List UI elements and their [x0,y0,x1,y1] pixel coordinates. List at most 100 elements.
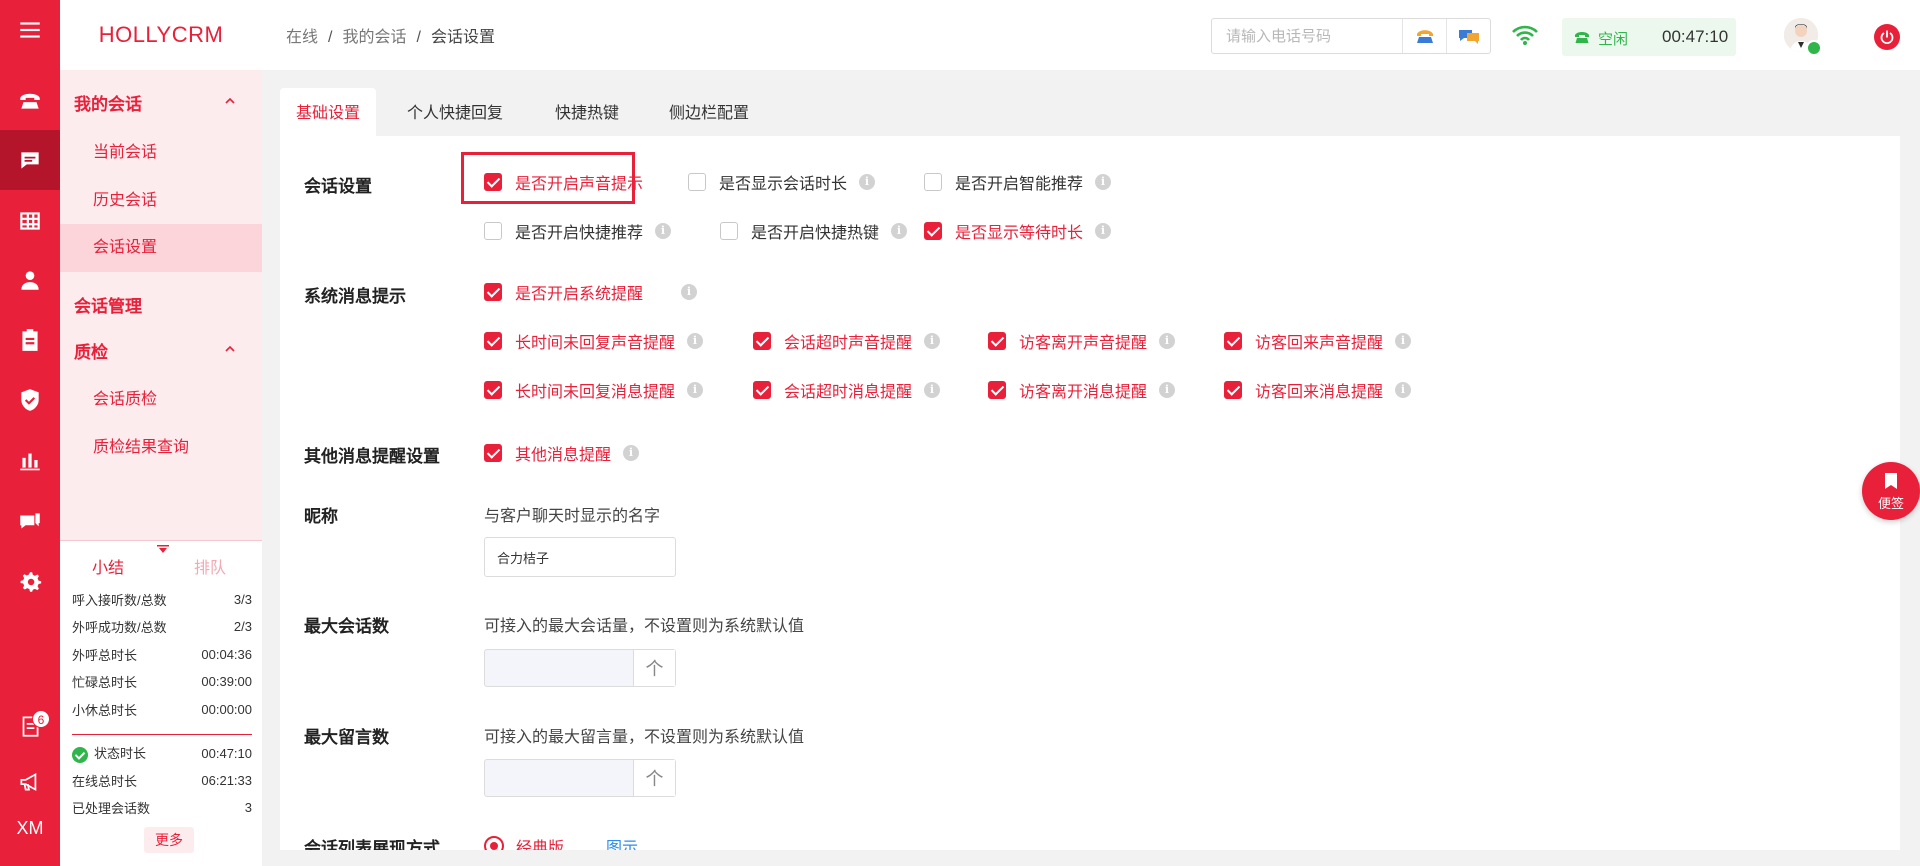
summary-row: 在线总时长 06:21:33 [72,772,252,789]
chevron-up-icon[interactable] [224,342,236,354]
info-icon[interactable]: i [1159,333,1176,349]
wifi-signal-icon [1512,25,1538,45]
info-icon[interactable]: i [655,223,672,239]
tab-sidebar-config[interactable]: 侧边栏配置 [653,88,765,136]
checkbox-show-duration[interactable]: 是否显示会话时长 i [688,170,876,194]
checkbox-visitor-leave-sound[interactable]: 访客离开声音提醒 i [988,329,1176,353]
checkbox-quick-hotkey[interactable]: 是否开启快捷热键 i [720,219,908,243]
chat-icon[interactable] [0,130,60,190]
diagram-link[interactable]: 图示 [606,834,638,850]
dial-phone-icon[interactable] [1402,19,1446,53]
checkbox-timeout-msg[interactable]: 会话超时消息提醒 i [753,378,941,402]
info-icon[interactable]: i [687,333,704,349]
message-dots-icon[interactable] [0,492,60,552]
info-icon[interactable]: i [1395,382,1412,398]
chevron-up-icon[interactable] [224,94,236,106]
radio-selected-icon[interactable] [484,836,504,850]
checkbox-sound-prompt[interactable]: 是否开启声音提示 [484,170,643,194]
check-circle-icon [72,746,88,763]
info-icon[interactable]: i [1159,382,1176,398]
nav-item-session-settings[interactable]: 会话设置 [60,224,262,272]
nav-group-my-session[interactable]: 我的会话 [74,90,142,115]
summary-row: 小休总时长 00:00:00 [72,701,252,718]
section-label-max-message: 最大留言数 [304,728,389,747]
tab-quick-reply[interactable]: 个人快捷回复 [391,88,519,136]
summary-row: 状态时长 00:47:10 [72,742,252,764]
tab-basic-settings[interactable]: 基础设置 [280,88,377,136]
online-check-icon [1806,40,1822,56]
info-icon[interactable]: i [1395,333,1412,349]
info-icon[interactable]: i [924,333,941,349]
info-icon[interactable]: i [859,174,876,190]
phone-search-box [1211,18,1491,54]
summary-row: 呼入接听数/总数 3/3 [72,591,252,608]
checkbox-timeout-sound[interactable]: 会话超时声音提醒 i [753,329,941,353]
user-initials[interactable]: XM [0,818,60,839]
agent-status[interactable]: 空闲 00:47:10 [1562,18,1736,56]
megaphone-icon[interactable] [0,752,60,812]
checkbox-no-reply-msg[interactable]: 长时间未回复消息提醒 i [484,378,704,402]
checkbox-wait-duration[interactable]: 是否显示等待时长 i [924,219,1112,243]
bar-chart-icon[interactable] [0,430,60,490]
more-button[interactable]: 更多 [144,827,194,853]
grid-icon[interactable] [0,191,60,251]
clipboard-icon[interactable] [0,310,60,370]
settings-gear-icon[interactable] [0,552,60,612]
tab-hotkeys[interactable]: 快捷热键 [539,88,635,136]
nickname-input[interactable]: 合力桔子 [484,537,676,577]
info-icon[interactable]: i [1095,174,1112,190]
checkbox-visitor-leave-msg[interactable]: 访客离开消息提醒 i [988,378,1176,402]
section-label-max-session: 最大会话数 [304,617,389,636]
nav-item-history-session[interactable]: 历史会话 [60,177,262,225]
max-message-description: 可接入的最大留言量，不设置则为系统默认值 [484,729,805,746]
collapse-arrow-icon[interactable] [157,545,169,553]
chat-bubble-icon[interactable] [1446,19,1490,53]
tab-summary[interactable]: 小结 [92,554,124,578]
status-timer: 00:47:10 [1662,27,1729,46]
shield-icon[interactable] [0,370,60,430]
nav-group-session-manage[interactable]: 会话管理 [74,292,142,317]
info-icon[interactable]: i [681,284,698,300]
top-header: 在线/我的会话/会话设置 空闲 00:47:10 [262,0,1920,70]
phone-input[interactable] [1212,19,1402,53]
tab-queue[interactable]: 排队 [194,554,226,578]
info-icon[interactable]: i [924,382,941,398]
nav-item-qc-results[interactable]: 质检结果查询 [60,424,262,472]
nav-item-session-qc[interactable]: 会话质检 [60,376,262,424]
info-icon[interactable]: i [687,382,704,398]
checkbox-smart-recommend[interactable]: 是否开启智能推荐 i [924,170,1112,194]
power-icon[interactable] [1874,24,1900,50]
breadcrumb: 在线 / 我的会话 / 会话设置 [286,29,495,46]
radio-classic-mode[interactable]: 经典版 图示 [484,834,638,850]
section-label-session: 会话设置 [304,177,372,196]
unit-stepper[interactable]: 个 [633,760,675,796]
icon-rail: 6 XM [0,0,60,866]
nav-group-qc[interactable]: 质检 [74,338,108,363]
max-message-input[interactable]: 个 [484,759,676,797]
notification-badge: 6 [32,710,50,728]
phone-status-icon [1575,32,1589,43]
checkbox-no-reply-sound[interactable]: 长时间未回复声音提醒 i [484,329,704,353]
section-label-list-mode: 会话列表展现方式 [304,839,440,850]
checkbox-other-reminder[interactable]: 其他消息提醒 i [484,441,640,465]
checkbox-quick-recommend[interactable]: 是否开启快捷推荐 i [484,219,672,243]
phone-icon[interactable] [0,70,60,130]
max-session-description: 可接入的最大会话量，不设置则为系统默认值 [484,618,805,635]
unit-stepper[interactable]: 个 [633,650,675,686]
max-session-input[interactable]: 个 [484,649,676,687]
checkbox-system-reminder[interactable]: 是否开启系统提醒 i [484,280,698,304]
breadcrumb-item[interactable]: 在线 [286,29,318,46]
user-icon[interactable] [0,250,60,310]
info-icon[interactable]: i [891,223,908,239]
breadcrumb-item[interactable]: 我的会话 [342,29,406,46]
nav-item-current-session[interactable]: 当前会话 [60,129,262,177]
notes-icon[interactable]: 6 [0,696,60,756]
info-icon[interactable]: i [1095,223,1112,239]
checkbox-visitor-return-sound[interactable]: 访客回来声音提醒 i [1224,329,1412,353]
section-label-other-msg: 其他消息提醒设置 [304,447,440,466]
checkbox-visitor-return-msg[interactable]: 访客回来消息提醒 i [1224,378,1412,402]
menu-toggle-icon[interactable] [0,0,60,60]
summary-row: 外呼总时长 00:04:36 [72,646,252,663]
info-icon[interactable]: i [623,445,640,461]
sticky-note-button[interactable]: 便签 [1862,462,1920,520]
